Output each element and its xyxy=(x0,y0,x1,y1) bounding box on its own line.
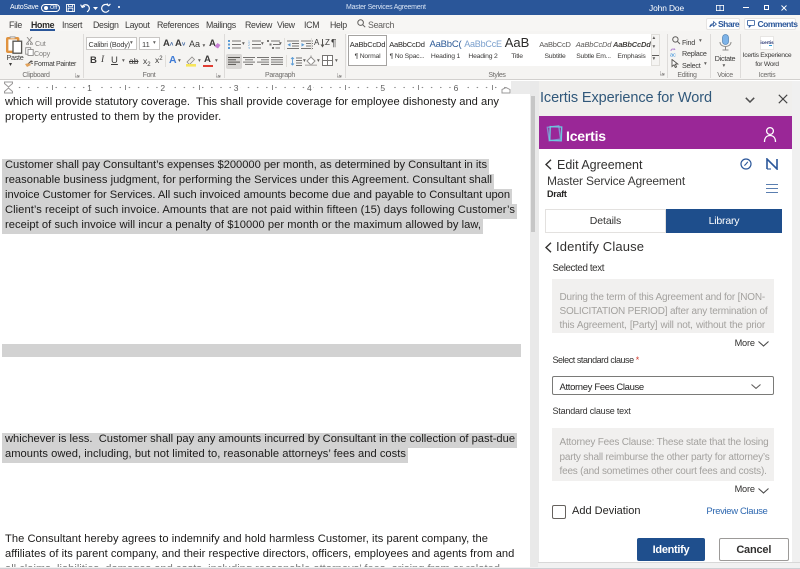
svg-text:3: 3 xyxy=(248,46,250,49)
svg-text:ac: ac xyxy=(670,53,676,58)
